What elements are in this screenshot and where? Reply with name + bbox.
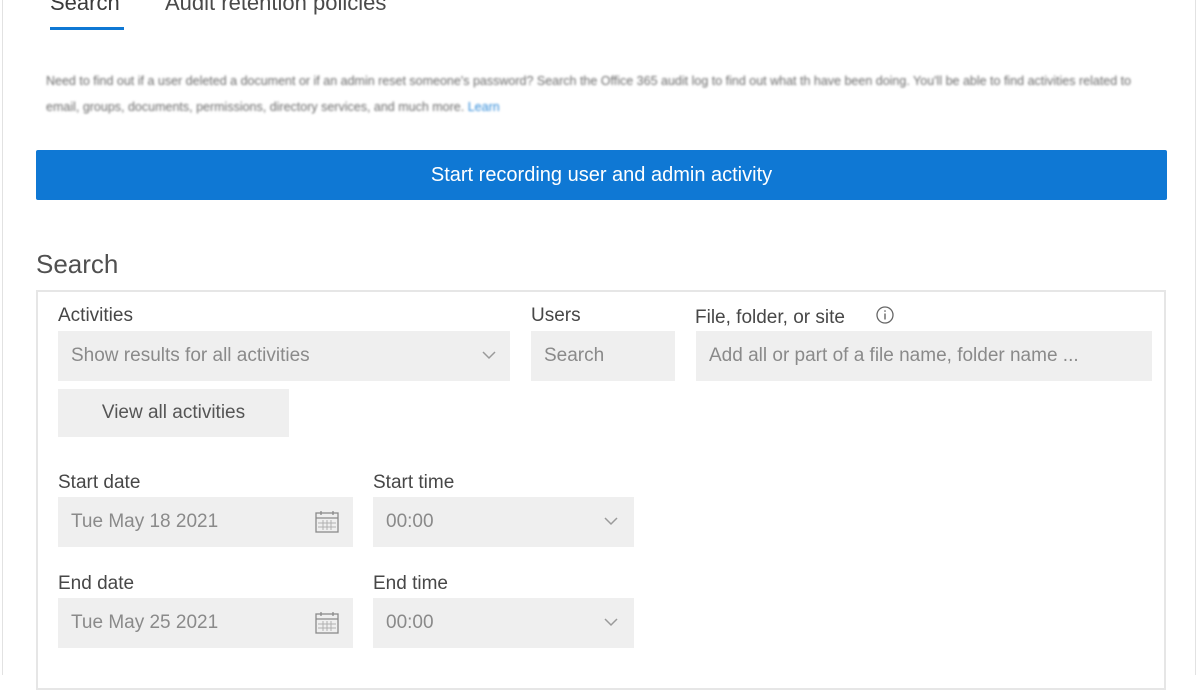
chevron-down-icon bbox=[604, 618, 618, 627]
calendar-icon[interactable] bbox=[314, 510, 340, 534]
chevron-down-icon bbox=[482, 351, 496, 360]
start-time-dropdown[interactable]: 00:00 bbox=[373, 497, 634, 547]
end-time-dropdown[interactable]: 00:00 bbox=[373, 598, 634, 648]
start-date-input[interactable]: Tue May 18 2021 bbox=[58, 497, 353, 547]
file-folder-site-input[interactable]: Add all or part of a file name, folder n… bbox=[696, 331, 1152, 381]
info-icon[interactable] bbox=[875, 305, 895, 325]
calendar-icon[interactable] bbox=[314, 611, 340, 635]
end-time-value: 00:00 bbox=[386, 612, 434, 633]
active-tab-indicator bbox=[50, 27, 124, 30]
activities-label: Activities bbox=[58, 305, 133, 326]
tab-audit-retention-policies[interactable]: Audit retention policies bbox=[165, 0, 386, 16]
end-time-label: End time bbox=[373, 573, 448, 594]
end-date-label: End date bbox=[58, 573, 135, 594]
chevron-down-icon bbox=[604, 517, 618, 526]
view-all-activities-label: View all activities bbox=[101, 402, 246, 423]
file-folder-site-placeholder: Add all or part of a file name, folder n… bbox=[709, 345, 1079, 366]
users-placeholder: Search bbox=[544, 345, 605, 366]
start-recording-button[interactable]: Start recording user and admin activity bbox=[36, 150, 1167, 200]
intro-description: Need to find out if a user deleted a doc… bbox=[46, 74, 1132, 114]
learn-more-link[interactable]: Learn bbox=[468, 100, 500, 114]
start-date-value: Tue May 18 2021 bbox=[71, 511, 219, 532]
users-label: Users bbox=[531, 305, 581, 326]
view-all-activities-button[interactable]: View all activities bbox=[58, 389, 289, 437]
tab-search[interactable]: Search bbox=[50, 0, 120, 16]
file-folder-site-label: File, folder, or site bbox=[695, 307, 845, 328]
activities-value: Show results for all activities bbox=[71, 345, 310, 366]
users-search-input[interactable]: Search bbox=[531, 331, 675, 381]
end-date-input[interactable]: Tue May 25 2021 bbox=[58, 598, 353, 648]
search-section-title: Search bbox=[36, 249, 119, 279]
start-date-label: Start date bbox=[58, 472, 141, 493]
activities-dropdown[interactable]: Show results for all activities bbox=[58, 331, 510, 381]
end-date-value: Tue May 25 2021 bbox=[71, 612, 219, 633]
intro-text: Need to find out if a user deleted a doc… bbox=[46, 68, 1156, 120]
start-time-label: Start time bbox=[373, 472, 455, 493]
start-time-value: 00:00 bbox=[386, 511, 434, 532]
